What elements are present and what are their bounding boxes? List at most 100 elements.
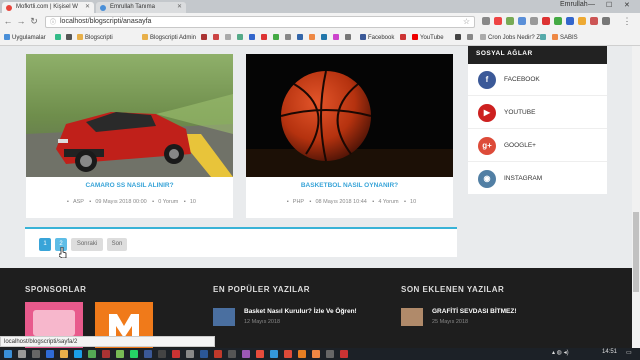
- minimize-icon[interactable]: —: [588, 1, 595, 8]
- recent-post-title[interactable]: GRAFİTİ SEVDASI BİTMEZ!: [432, 308, 517, 315]
- bookmark-item[interactable]: [237, 31, 245, 46]
- app-icon[interactable]: [186, 350, 194, 358]
- bookmark-item[interactable]: Cron Jobs Nedir? Za: [480, 31, 543, 46]
- search-icon[interactable]: [18, 350, 26, 358]
- post-category[interactable]: PHP: [293, 199, 304, 205]
- app-icon[interactable]: [158, 350, 166, 358]
- post-category[interactable]: ASP: [73, 199, 84, 205]
- bookmark-item[interactable]: [249, 31, 257, 46]
- extension-icon[interactable]: [590, 17, 598, 25]
- bookmark-item[interactable]: [467, 31, 475, 46]
- bookmark-item[interactable]: [309, 31, 317, 46]
- file-explorer-icon[interactable]: [60, 350, 68, 358]
- chrome-icon[interactable]: [284, 350, 292, 358]
- extension-icon[interactable]: [494, 17, 502, 25]
- edge-icon[interactable]: [46, 350, 54, 358]
- app-icon[interactable]: [144, 350, 152, 358]
- task-view-icon[interactable]: [32, 350, 40, 358]
- extension-icon[interactable]: [578, 17, 586, 25]
- app-icon[interactable]: [340, 350, 348, 358]
- bookmark-item[interactable]: [345, 31, 353, 46]
- extension-icon[interactable]: [554, 17, 562, 25]
- word-icon[interactable]: [200, 350, 208, 358]
- post-title[interactable]: BASKETBOL NASIL OYNANIR?: [246, 182, 453, 189]
- social-link-facebook[interactable]: f FACEBOOK: [468, 64, 607, 96]
- app-icon[interactable]: [88, 350, 96, 358]
- app-icon[interactable]: [242, 350, 250, 358]
- app-icon[interactable]: [116, 350, 124, 358]
- bookmark-item[interactable]: Blogscripti: [77, 31, 113, 46]
- notification-icon[interactable]: ▭: [626, 349, 632, 356]
- extension-icon[interactable]: [530, 17, 538, 25]
- back-icon[interactable]: ←: [3, 16, 13, 26]
- app-icon[interactable]: [312, 350, 320, 358]
- reload-icon[interactable]: ↻: [29, 16, 39, 27]
- close-tab-icon[interactable]: ✕: [85, 2, 90, 13]
- post-image-basketball[interactable]: [246, 54, 453, 177]
- app-icon[interactable]: [214, 350, 222, 358]
- app-icon[interactable]: [256, 350, 264, 358]
- extension-icon[interactable]: [566, 17, 574, 25]
- scrollbar-thumb[interactable]: [633, 212, 639, 292]
- page-scrollbar[interactable]: [632, 46, 640, 348]
- bookmark-item[interactable]: [213, 31, 221, 46]
- whatsapp-icon[interactable]: [130, 350, 138, 358]
- bookmark-item[interactable]: [400, 31, 408, 46]
- bookmark-item[interactable]: [273, 31, 281, 46]
- app-icon[interactable]: [298, 350, 306, 358]
- windows-start-icon[interactable]: [4, 350, 12, 358]
- extension-icon[interactable]: [518, 17, 526, 25]
- bookmark-item[interactable]: [285, 31, 293, 46]
- app-icon[interactable]: [102, 350, 110, 358]
- bookmark-item[interactable]: [55, 31, 63, 46]
- bookmark-star-icon[interactable]: ☆: [463, 17, 470, 27]
- app-icon[interactable]: [172, 350, 180, 358]
- bookmark-facebook[interactable]: Facebook: [360, 31, 394, 46]
- extension-icon[interactable]: [506, 17, 514, 25]
- bookmark-item[interactable]: [297, 31, 305, 46]
- bookmark-item[interactable]: [225, 31, 233, 46]
- next-page-button[interactable]: Sonraki: [71, 238, 103, 251]
- address-bar[interactable]: ⓘ localhost/blogscripti/anasayfa ☆: [45, 16, 475, 28]
- app-icon[interactable]: [270, 350, 278, 358]
- extension-icon[interactable]: [542, 17, 550, 25]
- extension-icon[interactable]: [602, 17, 610, 25]
- forward-icon[interactable]: →: [16, 16, 26, 26]
- close-tab-icon[interactable]: ✕: [177, 2, 182, 13]
- bookmark-item[interactable]: [321, 31, 329, 46]
- bookmark-item[interactable]: [261, 31, 269, 46]
- menu-icon[interactable]: ⋮: [622, 16, 632, 27]
- bookmark-apps[interactable]: Uygulamalar: [4, 31, 46, 46]
- store-icon[interactable]: [74, 350, 82, 358]
- app-icon[interactable]: [228, 350, 236, 358]
- post-card[interactable]: CAMARO SS NASIL ALINIR? ▪ ASP ▪ 09 Mayıs 2…: [26, 54, 233, 218]
- bookmark-item[interactable]: [455, 31, 463, 46]
- bookmark-item[interactable]: [333, 31, 341, 46]
- tray-icons[interactable]: ▴ ◍ ◂): [552, 349, 569, 356]
- bookmark-item[interactable]: Blogscripti Admin: [142, 31, 196, 46]
- extension-icon[interactable]: [482, 17, 490, 25]
- popular-post-title[interactable]: Basket Nasıl Kurulur? İzle Ve Öğren!: [244, 308, 357, 315]
- post-thumbnail[interactable]: [213, 308, 235, 326]
- window-close-icon[interactable]: ✕: [624, 1, 630, 9]
- post-title[interactable]: CAMARO SS NASIL ALINIR?: [26, 182, 233, 189]
- clock[interactable]: 14:51: [602, 349, 617, 355]
- page-1-button[interactable]: 1: [39, 238, 51, 251]
- maximize-icon[interactable]: ☐: [606, 1, 612, 9]
- bookmark-youtube[interactable]: YouTube: [412, 31, 444, 46]
- social-link-instagram[interactable]: ◉ INSTAGRAM: [468, 163, 607, 195]
- post-image-camaro[interactable]: [26, 54, 233, 177]
- profile-name[interactable]: Emrullah: [560, 1, 588, 8]
- social-link-youtube[interactable]: ▶ YOUTUBE: [468, 97, 607, 129]
- browser-tab[interactable]: Emrullah Tanıma ✕: [96, 2, 186, 13]
- social-link-googleplus[interactable]: g+ GOOGLE+: [468, 130, 607, 162]
- bookmark-item[interactable]: [540, 31, 548, 46]
- browser-tab[interactable]: Mofkrtli.com | Kişisel W ✕: [2, 2, 94, 13]
- last-page-button[interactable]: Son: [107, 238, 127, 251]
- app-icon[interactable]: [326, 350, 334, 358]
- bookmark-item[interactable]: [201, 31, 209, 46]
- bookmark-item[interactable]: SABIS: [552, 31, 578, 46]
- post-card[interactable]: BASKETBOL NASIL OYNANIR? ▪ PHP ▪ 08 Mayıs …: [246, 54, 453, 218]
- post-thumbnail[interactable]: [401, 308, 423, 326]
- bookmark-item[interactable]: [66, 31, 74, 46]
